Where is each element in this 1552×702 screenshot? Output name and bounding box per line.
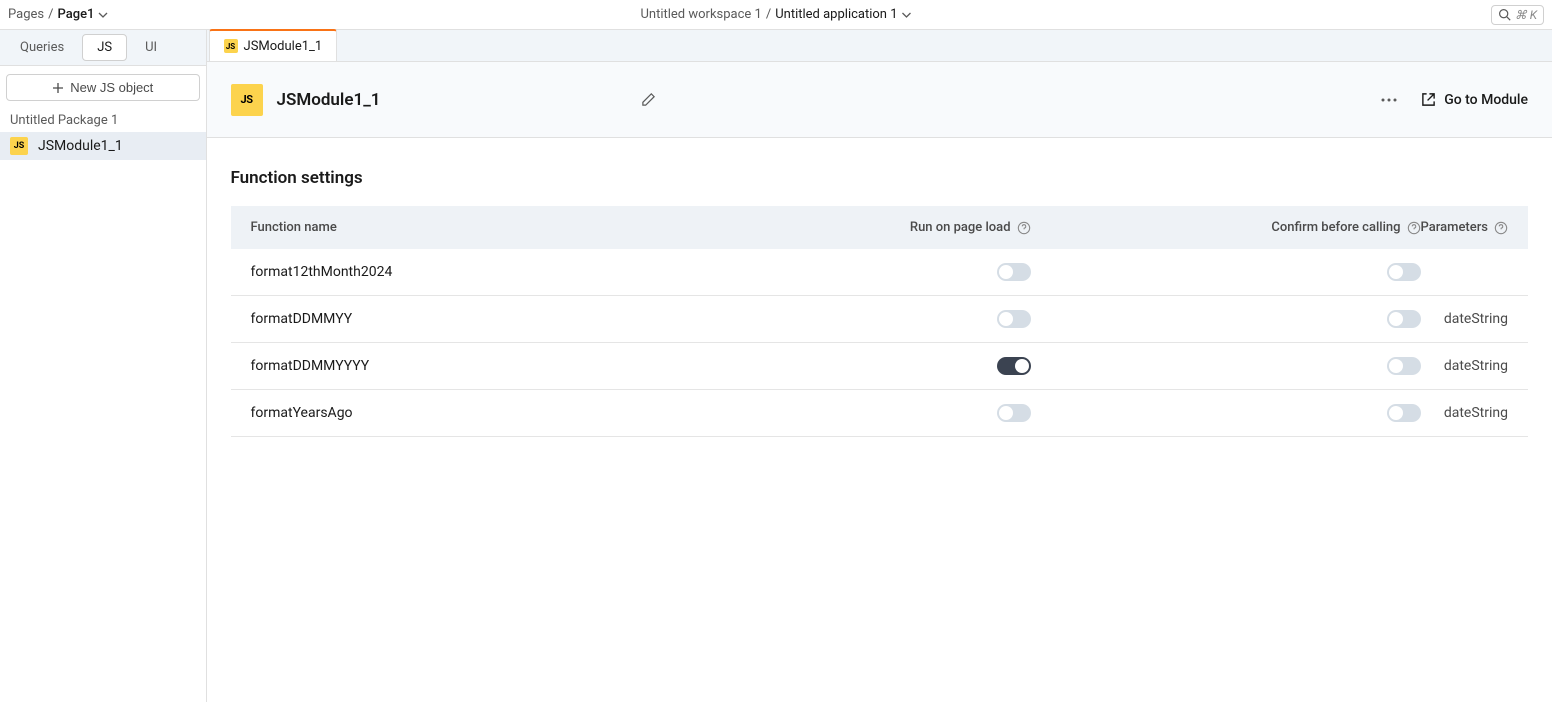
breadcrumb-sep: / — [48, 7, 53, 22]
file-tab-label: JSModule1_1 — [244, 39, 323, 54]
plus-icon — [52, 82, 64, 94]
fn-params: dateString — [1421, 358, 1508, 374]
toggle-run-on-load[interactable] — [997, 310, 1031, 328]
search-icon — [1498, 8, 1511, 21]
sidebar-item-label: JSModule1_1 — [38, 138, 123, 154]
table-row: formatDDMMYY dateString — [231, 296, 1528, 343]
fn-name: formatDDMMYYYY — [251, 358, 641, 374]
package-label[interactable]: Untitled Package 1 — [0, 107, 206, 132]
toggle-run-on-load[interactable] — [997, 404, 1031, 422]
section-title: Function settings — [231, 168, 1528, 188]
external-link-icon — [1421, 92, 1436, 107]
toggle-confirm[interactable] — [1387, 263, 1421, 281]
table-row: formatDDMMYYYY dateString — [231, 343, 1528, 390]
toggle-run-on-load[interactable] — [997, 357, 1031, 375]
help-icon[interactable] — [1494, 221, 1508, 235]
tab-js[interactable]: JS — [82, 34, 127, 61]
edit-name-button[interactable] — [635, 86, 662, 113]
chevron-down-icon[interactable] — [98, 10, 108, 20]
go-to-module-button[interactable]: Go to Module — [1421, 92, 1528, 108]
breadcrumb[interactable]: Pages / Page1 — [8, 7, 108, 22]
new-js-object-label: New JS object — [70, 80, 153, 95]
toggle-confirm[interactable] — [1387, 310, 1421, 328]
module-title: JSModule1_1 — [277, 90, 381, 110]
dots-horizontal-icon — [1381, 98, 1397, 102]
table-header: Function name Run on page load Confirm b… — [231, 206, 1528, 249]
tab-ui[interactable]: UI — [131, 35, 171, 60]
col-function-name: Function name — [251, 220, 641, 235]
workspace-name: Untitled workspace 1 — [640, 7, 761, 22]
fn-name: format12thMonth2024 — [251, 264, 641, 280]
toggle-confirm[interactable] — [1387, 357, 1421, 375]
toggle-confirm[interactable] — [1387, 404, 1421, 422]
search-shortcut: ⌘ K — [1515, 8, 1537, 22]
chevron-down-icon[interactable] — [902, 10, 912, 20]
tab-queries[interactable]: Queries — [6, 35, 78, 60]
toggle-run-on-load[interactable] — [997, 263, 1031, 281]
col-run-on-load: Run on page load — [641, 220, 1031, 235]
fn-params: dateString — [1421, 405, 1508, 421]
help-icon[interactable] — [1017, 221, 1031, 235]
breadcrumb-root: Pages — [8, 7, 44, 22]
sidebar-item-jsmodule[interactable]: JS JSModule1_1 — [0, 132, 206, 160]
app-name[interactable]: Untitled application 1 — [775, 7, 897, 22]
breadcrumb-page[interactable]: Page1 — [57, 7, 94, 22]
sidebar: Queries JS UI New JS object Untitled Pac… — [0, 30, 207, 702]
fn-name: formatYearsAgo — [251, 405, 641, 421]
workspace-breadcrumb[interactable]: Untitled workspace 1 / Untitled applicat… — [640, 7, 911, 22]
table-row: formatYearsAgo dateString — [231, 390, 1528, 437]
search-button[interactable]: ⌘ K — [1491, 5, 1544, 25]
help-icon[interactable] — [1407, 221, 1421, 235]
editor-tabstrip: JS JSModule1_1 — [207, 30, 1552, 62]
file-tab-jsmodule[interactable]: JS JSModule1_1 — [209, 29, 338, 61]
col-parameters: Parameters — [1421, 220, 1508, 235]
fn-name: formatDDMMYY — [251, 311, 641, 327]
fn-params: dateString — [1421, 311, 1508, 327]
pencil-icon — [641, 92, 656, 107]
js-icon: JS — [231, 84, 263, 116]
col-confirm: Confirm before calling — [1031, 220, 1421, 235]
js-icon: JS — [10, 137, 28, 155]
table-row: format12thMonth2024 — [231, 249, 1528, 296]
new-js-object-button[interactable]: New JS object — [6, 74, 200, 101]
function-table: Function name Run on page load Confirm b… — [231, 206, 1528, 437]
more-options-button[interactable] — [1375, 92, 1403, 108]
js-icon: JS — [224, 39, 238, 53]
go-to-module-label: Go to Module — [1444, 92, 1528, 108]
workspace-sep: / — [766, 7, 771, 22]
